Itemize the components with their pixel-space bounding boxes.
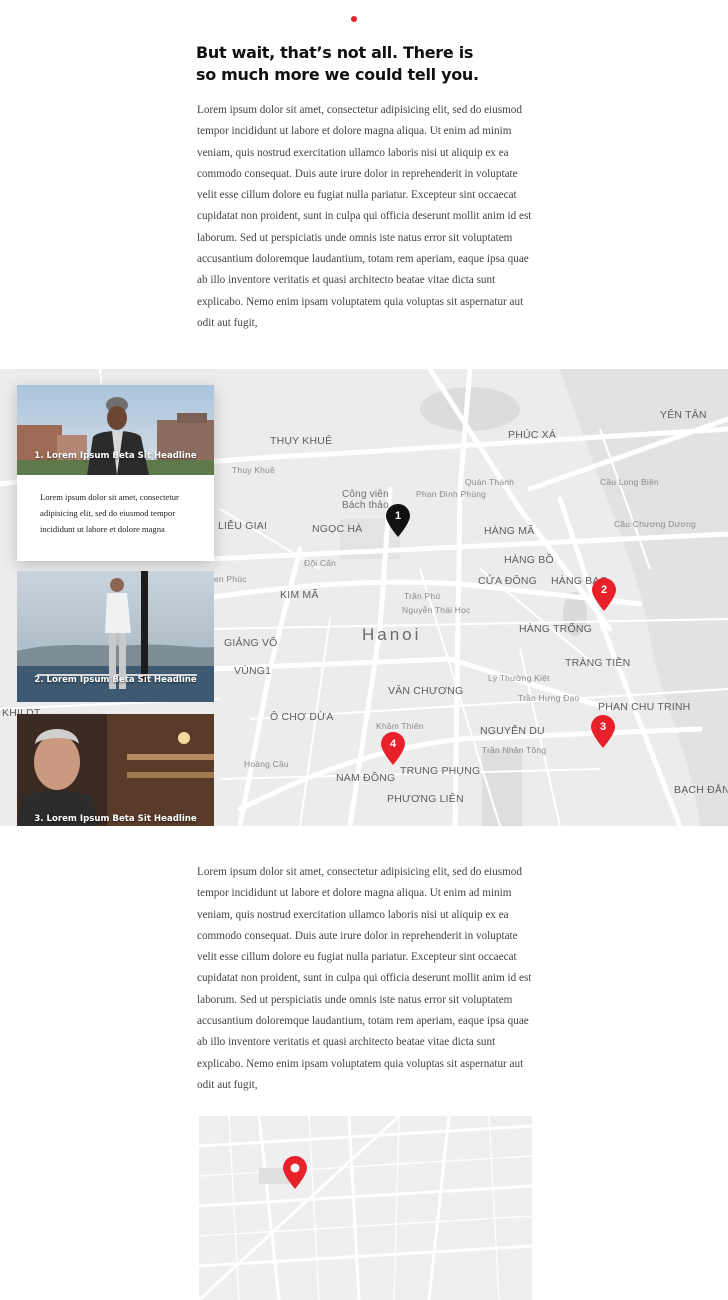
pin-number: 1 bbox=[394, 510, 402, 522]
map-label: TRUNG PHỤNG bbox=[400, 765, 481, 777]
map-label: Hoàng Cầu bbox=[244, 759, 289, 769]
map-label: HÀNG BỒ bbox=[504, 554, 554, 566]
map-label: THỤY KHUÊ bbox=[270, 435, 333, 447]
map-label: Ô CHỢ DỪA bbox=[270, 711, 334, 723]
map-label: HÀNG MÃ bbox=[484, 525, 535, 537]
location-card-2[interactable]: 2. Lorem Ipsum Beta Sit Headline bbox=[17, 571, 214, 702]
map-label: Phan Đình Phùng bbox=[416, 489, 487, 499]
map-label: Đội Cấn bbox=[304, 558, 337, 568]
map-label: YÊN TÂN bbox=[660, 409, 707, 421]
map-pin-1[interactable]: 1 bbox=[385, 504, 411, 538]
map-pin-4[interactable]: 4 bbox=[380, 732, 406, 766]
section-headline: But wait, that’s not all. There is so mu… bbox=[196, 43, 479, 84]
card-description: Lorem ipsum dolor sit amet, consectetur … bbox=[40, 492, 179, 534]
mini-map-pin[interactable] bbox=[282, 1156, 308, 1190]
map-label: KIM MÃ bbox=[280, 589, 319, 601]
map-label: VÙNG1 bbox=[234, 665, 272, 677]
map-label: Thụy Khuê bbox=[232, 465, 275, 475]
map-label: VĂN CHƯƠNG bbox=[388, 685, 464, 697]
map-label: Quán Thánh bbox=[465, 477, 515, 487]
map-label: CỬA ĐÔNG bbox=[478, 575, 537, 587]
card-title: 3. Lorem Ipsum Beta Sit Headline bbox=[34, 814, 197, 824]
map-label: BẠCH ĐẰNG bbox=[674, 784, 728, 796]
card-photo: 1. Lorem Ipsum Beta Sit Headline bbox=[17, 385, 214, 475]
card-photo: 2. Lorem Ipsum Beta Sit Headline bbox=[17, 571, 214, 702]
accent-dot bbox=[351, 16, 357, 22]
map-label: NGUYỄN DU bbox=[480, 725, 545, 737]
location-mini-map[interactable] bbox=[199, 1116, 532, 1300]
map-label: Cầu Long Biên bbox=[600, 477, 659, 487]
map-label: Công viên bbox=[342, 489, 389, 500]
map-label: LIỄU GIAI bbox=[218, 520, 268, 532]
card-title: 2. Lorem Ipsum Beta Sit Headline bbox=[34, 675, 197, 685]
intro-paragraph: Lorem ipsum dolor sit amet, consectetur … bbox=[197, 104, 532, 329]
map-label: Khâm Thiên bbox=[376, 721, 424, 731]
map-label: Trần Hưng Đạo bbox=[518, 693, 580, 703]
map-label: HÀNG TRỐNG bbox=[519, 623, 592, 635]
mini-map-roads bbox=[199, 1116, 532, 1300]
map-label: Cầu Chương Dương bbox=[614, 519, 696, 529]
map-pin-2[interactable]: 2 bbox=[591, 578, 617, 612]
pin-number: 2 bbox=[600, 584, 608, 596]
map-label: PHÚC XÁ bbox=[508, 429, 557, 441]
card-title: 1. Lorem Ipsum Beta Sit Headline bbox=[34, 451, 197, 461]
map-pin-3[interactable]: 3 bbox=[590, 715, 616, 749]
pin-marker-icon bbox=[283, 1156, 307, 1189]
map-label: Lý Thường Kiệt bbox=[488, 673, 550, 683]
pin-number: 3 bbox=[599, 721, 607, 733]
map-label: NGỌC HÀ bbox=[312, 523, 363, 535]
pin-number: 4 bbox=[389, 738, 397, 750]
detail-paragraph: Lorem ipsum dolor sit amet, consectetur … bbox=[197, 866, 532, 1091]
map-label: TRÀNG TIỀN bbox=[565, 657, 631, 669]
map-label: Trần Nhân Tông bbox=[482, 745, 547, 755]
card-photo: 3. Lorem Ipsum Beta Sit Headline bbox=[17, 714, 214, 826]
map-label: Nguyễn Thái Học bbox=[402, 605, 471, 615]
map-label: PHAN CHU TRINH bbox=[598, 701, 691, 713]
location-card-1[interactable]: 1. Lorem Ipsum Beta Sit Headline Lorem i… bbox=[17, 385, 214, 561]
map-city-label: Hanoi bbox=[362, 625, 422, 644]
map-label: en Phúc bbox=[214, 574, 247, 584]
photo-image bbox=[17, 385, 214, 475]
map-label: PHƯƠNG LIÊN bbox=[387, 793, 464, 805]
map-label: Trần Phú bbox=[404, 591, 441, 601]
map-label: Bách thảo bbox=[342, 500, 389, 511]
location-card-3[interactable]: 3. Lorem Ipsum Beta Sit Headline bbox=[17, 714, 214, 826]
map-label: GIẢNG VÕ bbox=[224, 637, 278, 649]
photo-image bbox=[17, 714, 214, 826]
map-label: NAM ĐỒNG bbox=[336, 772, 396, 784]
